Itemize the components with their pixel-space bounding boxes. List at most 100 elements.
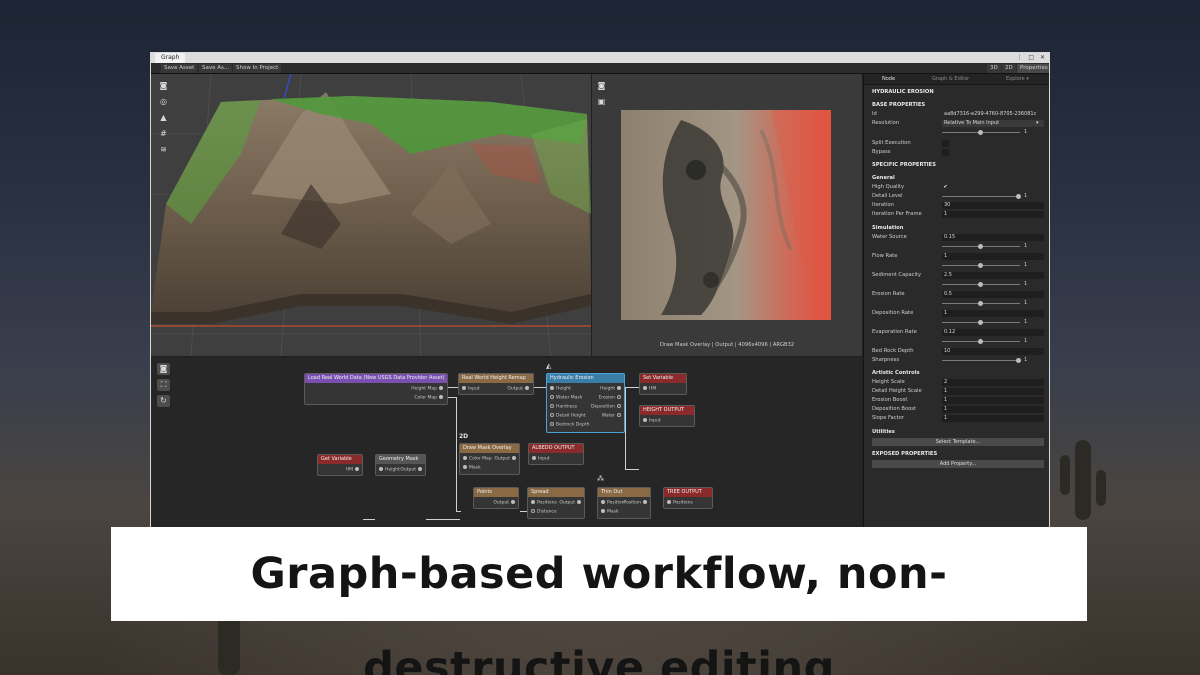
port-input[interactable]: Input (641, 418, 661, 425)
port-output[interactable]: Output (400, 467, 424, 474)
show-in-project-button[interactable]: Show In Project (233, 64, 282, 73)
view-2d-button[interactable]: 2D (1002, 64, 1016, 73)
port-position-out[interactable]: Position (623, 500, 649, 507)
tab-explore[interactable]: Explore ▾ (1006, 74, 1029, 85)
port-height-map[interactable]: Height Map (411, 386, 445, 393)
save-image-icon[interactable]: ▣ (595, 96, 608, 108)
viewport-3d[interactable]: ◙ ◎ ▲ # ≋ (151, 74, 591, 356)
camera-icon[interactable]: ◙ (595, 80, 608, 92)
port-in-bedrock-depth[interactable]: Bedrock Depth (548, 422, 589, 429)
viewport-2d[interactable]: ◙ ▣ Draw Mask Overlay | Output | 4096x40… (592, 74, 862, 356)
node-get-variable[interactable]: Get Variable HM (317, 454, 363, 476)
frame-all-icon[interactable]: ⛶ (157, 379, 170, 391)
evaporation-rate-slider[interactable]: 1 (942, 338, 1037, 345)
port-distance[interactable]: Distance (529, 509, 557, 516)
port-in-water-mask[interactable]: Water Mask (548, 395, 582, 402)
refresh-icon[interactable]: ↻ (157, 395, 170, 407)
erosion-boost-field[interactable]: 1 (942, 397, 1044, 404)
resolution-dropdown[interactable]: Relative To Main Input (942, 120, 1044, 127)
port-output[interactable]: Output (507, 386, 531, 393)
flow-rate-slider[interactable]: 1 (942, 262, 1037, 269)
height-scale-field[interactable]: 2 (942, 379, 1044, 386)
deposition-rate-slider[interactable]: 1 (942, 319, 1037, 326)
detail-height-scale-field[interactable]: 1 (942, 388, 1044, 395)
sediment-capacity-field[interactable]: 2.5 (942, 272, 1044, 279)
erosion-rate-field[interactable]: 0.5 (942, 291, 1044, 298)
port-out-erosion[interactable]: Erosion (598, 395, 623, 402)
iteration-per-frame-label: Iteration Per Frame (872, 211, 922, 217)
node-geometry-mask[interactable]: Geometry Mask Height Output (375, 454, 426, 476)
port-output[interactable]: Output (494, 456, 518, 463)
deposition-rate-field[interactable]: 1 (942, 310, 1044, 317)
port-out-height[interactable]: Height (600, 386, 623, 393)
window-controls[interactable]: ⋮ □ ✕ (1016, 53, 1047, 63)
node-real-world-height-remap[interactable]: Real World Height Remap Input Output (458, 373, 534, 395)
save-asset-button[interactable]: Save Asset (161, 64, 198, 73)
node-height-output[interactable]: HEIGHT OUTPUT Input (639, 405, 695, 427)
port-out-deposition[interactable]: Deposition (591, 404, 623, 411)
port-output[interactable]: Output (559, 500, 583, 507)
properties-button[interactable]: Properties (1017, 64, 1049, 73)
port-mask[interactable]: Mask (599, 509, 619, 516)
sharpness-slider[interactable]: 1 (942, 357, 1037, 364)
port-height[interactable]: Height (377, 467, 400, 474)
split-execution-checkbox[interactable] (942, 140, 949, 147)
node-thin-out[interactable]: Thin Out Position Mask Position (597, 487, 651, 519)
port-color-map[interactable]: Color Map (414, 395, 445, 402)
port-color-map[interactable]: Color Map (461, 456, 492, 463)
node-draw-mask-overlay[interactable]: Draw Mask Overlay Color Map Mask Output (459, 443, 520, 475)
port-positions[interactable]: Positions (665, 500, 693, 507)
node-load-real-world-data[interactable]: Load Real World Data (New USGS Data Prov… (304, 373, 448, 405)
select-template-button[interactable]: Select Template... (872, 438, 1044, 446)
grid-icon[interactable]: # (157, 128, 170, 140)
high-quality-checkbox[interactable]: ✔ (942, 184, 949, 191)
water-source-slider[interactable]: 1 (942, 243, 1037, 250)
port-positions[interactable]: Positions (529, 500, 557, 507)
iteration-field[interactable]: 30 (942, 202, 1044, 209)
port-in-detail-height[interactable]: Detail Height (548, 413, 586, 420)
iteration-per-frame-field[interactable]: 1 (942, 211, 1044, 218)
port-input[interactable]: Input (460, 386, 480, 393)
port-hm[interactable]: HM (641, 386, 656, 393)
node-albedo-output[interactable]: ALBEDO OUTPUT Input (528, 443, 584, 465)
section-exposed-properties: EXPOSED PROPERTIES (872, 451, 938, 457)
erosion-rate-slider[interactable]: 1 (942, 300, 1037, 307)
port-label: Color Map (469, 456, 492, 462)
bypass-checkbox[interactable] (942, 149, 949, 156)
port-input[interactable]: Input (530, 456, 550, 463)
window-tab-graph[interactable]: Graph (155, 53, 186, 63)
tab-node[interactable]: Node (882, 74, 895, 85)
water-icon[interactable]: ≋ (157, 144, 170, 156)
port-output[interactable]: Output (493, 500, 517, 507)
port-in-hardness[interactable]: Hardness (548, 404, 577, 411)
evaporation-rate-field[interactable]: 0.12 (942, 329, 1044, 336)
resolution-slider[interactable]: 1 (942, 129, 1037, 136)
tab-graph-editor[interactable]: Graph & Editor (932, 74, 969, 85)
port-hm[interactable]: HM (346, 467, 361, 474)
slope-factor-field[interactable]: 1 (942, 415, 1044, 422)
graph-editor-window: Graph ⋮ □ ✕ Save Asset Save As... Show I… (150, 52, 1050, 532)
port-out-water[interactable]: Water (602, 413, 623, 420)
node-graph-canvas[interactable]: ◙ ⛶ ↻ Load Real World Data (New USGS Dat… (151, 357, 862, 531)
node-hydraulic-erosion[interactable]: Hydraulic Erosion Height Water Mask Hard… (546, 373, 625, 433)
camera-icon[interactable]: ◙ (157, 80, 170, 92)
water-source-field[interactable]: 0.15 (942, 234, 1044, 241)
save-as-button[interactable]: Save As... (199, 64, 233, 73)
deposition-boost-field[interactable]: 1 (942, 406, 1044, 413)
node-points[interactable]: Points Output (473, 487, 519, 509)
focus-icon[interactable]: ◎ (157, 96, 170, 108)
terrain-shape-icon[interactable]: ▲ (157, 112, 170, 124)
port-in-height[interactable]: Height (548, 386, 571, 393)
screenshot-icon[interactable]: ◙ (157, 363, 170, 375)
port-mask[interactable]: Mask (461, 465, 481, 472)
port-position-in[interactable]: Position (599, 500, 625, 507)
node-tree-output[interactable]: TREE OUTPUT Positions (663, 487, 713, 509)
node-set-variable[interactable]: Set Variable HM (639, 373, 687, 395)
sediment-capacity-slider[interactable]: 1 (942, 281, 1037, 288)
flow-rate-field[interactable]: 1 (942, 253, 1044, 260)
bed-rock-depth-field[interactable]: 10 (942, 348, 1044, 355)
detail-level-slider[interactable]: 1 (942, 193, 1037, 200)
node-spread[interactable]: Spread Positions Distance Output (527, 487, 585, 519)
view-3d-button[interactable]: 3D (987, 64, 1001, 73)
add-property-button[interactable]: Add Property... (872, 460, 1044, 468)
